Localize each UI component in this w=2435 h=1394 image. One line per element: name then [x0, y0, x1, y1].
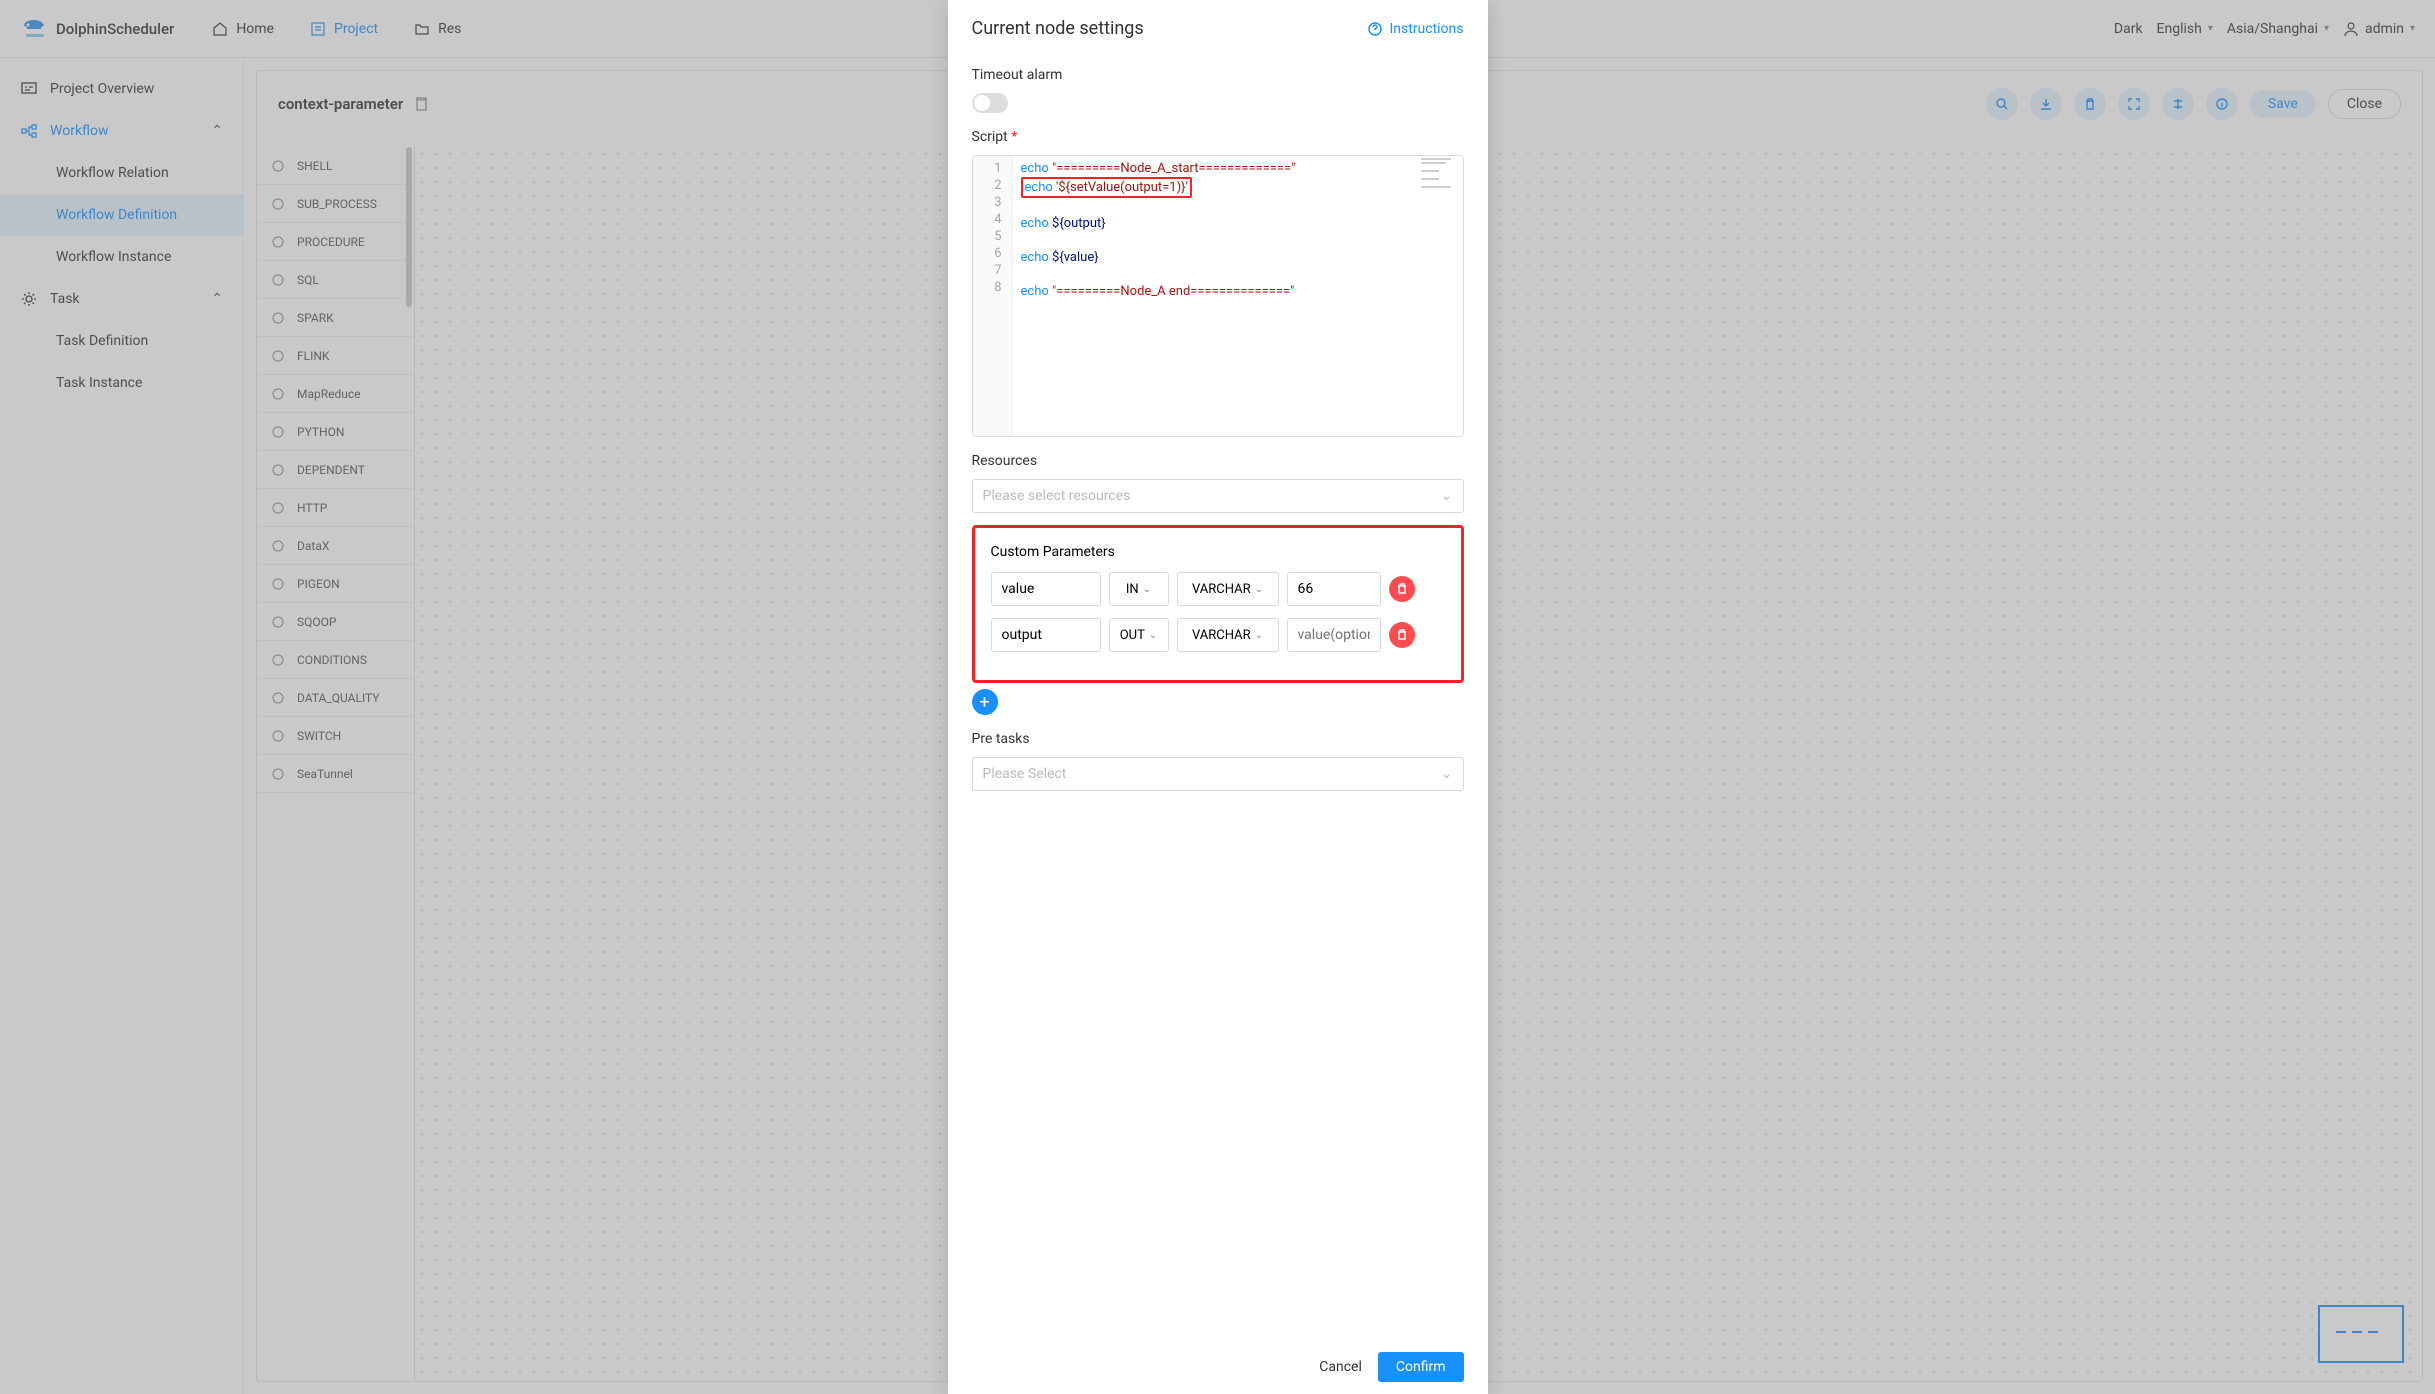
- custom-parameters-highlight: Custom Parameters IN⌄ VARCHAR⌄ OUT⌄ VARC…: [972, 525, 1464, 683]
- chevron-down-icon: ⌄: [1441, 766, 1453, 782]
- pre-tasks-select[interactable]: Please Select ⌄: [972, 757, 1464, 791]
- timeout-toggle[interactable]: [972, 93, 1008, 113]
- highlighted-script-line: echo '${setValue(output=1)}': [1021, 177, 1192, 198]
- code-minimap[interactable]: [1419, 156, 1463, 436]
- modal-title: Current node settings: [972, 18, 1144, 39]
- delete-param-button[interactable]: [1389, 622, 1415, 648]
- chevron-down-icon: ⌄: [1143, 584, 1151, 595]
- instructions-link[interactable]: Instructions: [1367, 21, 1463, 37]
- code-body[interactable]: echo "=========Node_A_start=============…: [1013, 156, 1463, 436]
- chevron-down-icon: ⌄: [1255, 630, 1263, 641]
- chevron-down-icon: ⌄: [1149, 630, 1157, 641]
- delete-param-button[interactable]: [1389, 576, 1415, 602]
- question-icon: [1367, 21, 1383, 37]
- cancel-button[interactable]: Cancel: [1319, 1359, 1362, 1375]
- param-name-input[interactable]: [991, 618, 1101, 652]
- node-settings-modal: Current node settings Instructions ▴ ▾ T…: [948, 0, 1488, 1394]
- param-value-input[interactable]: [1287, 572, 1381, 606]
- script-editor[interactable]: 12345678 echo "=========Node_A_start====…: [972, 155, 1464, 437]
- confirm-button[interactable]: Confirm: [1378, 1352, 1464, 1382]
- resources-select[interactable]: Please select resources ⌄: [972, 479, 1464, 513]
- param-row: OUT⌄ VARCHAR⌄: [991, 618, 1445, 652]
- custom-parameters-label: Custom Parameters: [991, 544, 1445, 560]
- timeout-alarm-label: Timeout alarm: [972, 67, 1464, 83]
- chevron-down-icon: ⌄: [1255, 584, 1263, 595]
- line-gutter: 12345678: [973, 156, 1013, 436]
- param-value-input[interactable]: [1287, 618, 1381, 652]
- resources-label: Resources: [972, 453, 1464, 469]
- script-label: Script *: [972, 129, 1464, 145]
- param-direction-select[interactable]: IN⌄: [1109, 572, 1169, 606]
- trash-icon: [1396, 629, 1408, 641]
- param-direction-select[interactable]: OUT⌄: [1109, 618, 1169, 652]
- param-name-input[interactable]: [991, 572, 1101, 606]
- trash-icon: [1396, 583, 1408, 595]
- chevron-down-icon: ⌄: [1441, 488, 1453, 504]
- modal-body: ▴ ▾ Timeout alarm Script * 12345678 echo…: [948, 51, 1488, 1342]
- param-row: IN⌄ VARCHAR⌄: [991, 572, 1445, 606]
- param-type-select[interactable]: VARCHAR⌄: [1177, 572, 1279, 606]
- pre-tasks-label: Pre tasks: [972, 731, 1464, 747]
- add-param-button[interactable]: +: [972, 689, 998, 715]
- param-type-select[interactable]: VARCHAR⌄: [1177, 618, 1279, 652]
